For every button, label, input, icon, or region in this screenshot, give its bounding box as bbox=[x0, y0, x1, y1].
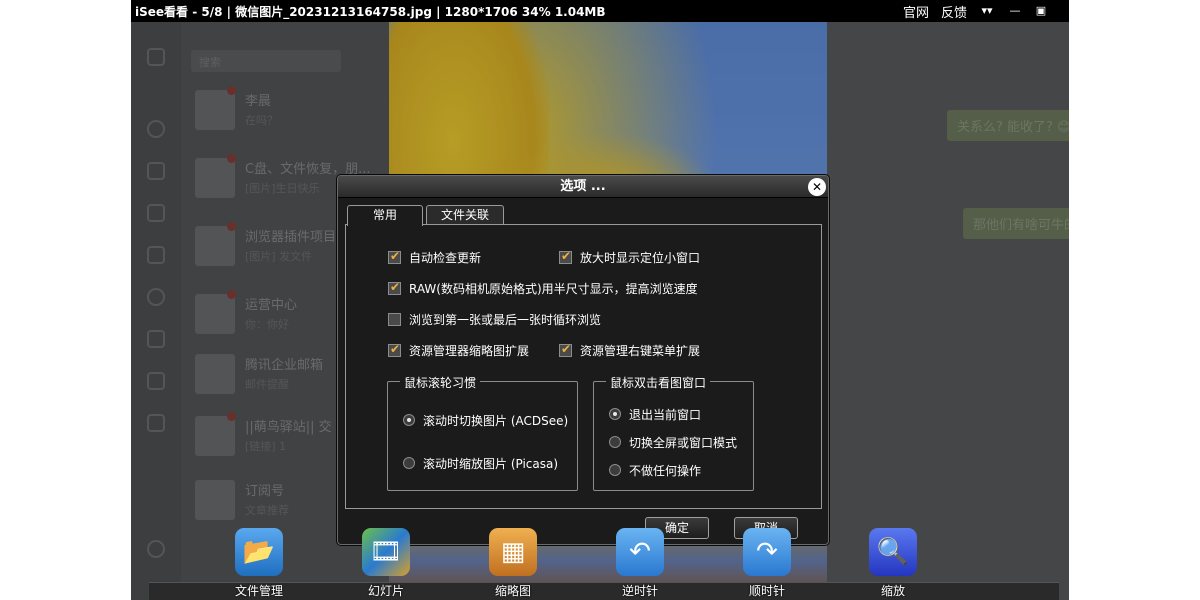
context-menu-checkbox[interactable]: ✔ 资源管理右键菜单扩展 bbox=[559, 342, 701, 360]
toggle-fullscreen-radio[interactable]: 切换全屏或窗口模式 bbox=[609, 436, 737, 450]
window-title: iSee看看 - 5/8 | 微信图片_20231213164758.jpg |… bbox=[135, 5, 606, 19]
checkmark-icon: ✔ bbox=[561, 249, 572, 263]
radio-label: 不做任何操作 bbox=[629, 464, 702, 478]
tool-label: 缩放 bbox=[880, 584, 905, 598]
file-manager-button[interactable]: 📂 文件管理 bbox=[219, 528, 299, 600]
filmstrip-icon: 🎞 bbox=[362, 528, 410, 576]
tab-general[interactable]: 常用 bbox=[347, 205, 423, 226]
radio-label: 滚动时切换图片 (ACDSee) bbox=[423, 414, 569, 428]
feedback-link[interactable]: 反馈 bbox=[941, 6, 967, 21]
explorer-thumbnail-checkbox[interactable]: ✔ 资源管理器缩略图扩展 bbox=[388, 342, 530, 360]
minimize-icon[interactable]: — bbox=[1007, 3, 1023, 19]
tool-label: 文件管理 bbox=[234, 584, 283, 598]
rotate-cw-button[interactable]: ↷ 顺时针 bbox=[727, 528, 807, 600]
rotate-ccw-button[interactable]: ↶ 逆时针 bbox=[600, 528, 680, 600]
checkbox-label: RAW(数码相机原始格式)用半尺寸显示，提高浏览速度 bbox=[409, 282, 698, 296]
exit-window-radio[interactable]: 退出当前窗口 bbox=[609, 408, 701, 422]
radio-label: 切换全屏或窗口模式 bbox=[629, 436, 738, 450]
close-icon[interactable]: ✕ bbox=[808, 178, 826, 196]
expand-icon[interactable]: ▾▾ bbox=[979, 3, 995, 19]
group-legend: 鼠标双击看图窗口 bbox=[606, 374, 711, 391]
checkbox-label: 浏览到第一张或最后一张时循环浏览 bbox=[409, 313, 602, 327]
tool-label: 逆时针 bbox=[621, 584, 658, 598]
radio-label: 滚动时缩放图片 (Picasa) bbox=[423, 457, 559, 471]
group-legend: 鼠标滚轮习惯 bbox=[400, 374, 481, 391]
wheel-habit-group: 鼠标滚轮习惯 滚动时切换图片 (ACDSee) 滚动时缩放图片 (Picasa) bbox=[387, 374, 578, 491]
tool-label: 缩略图 bbox=[494, 584, 531, 598]
checkbox-label: 资源管理器缩略图扩展 bbox=[409, 344, 530, 358]
tool-label: 顺时针 bbox=[748, 584, 785, 598]
radio-dot bbox=[613, 412, 617, 416]
rotate-cw-icon: ↷ bbox=[743, 528, 791, 576]
checkmark-icon: ✔ bbox=[561, 342, 572, 356]
thumbnails-button[interactable]: ▦ 缩略图 bbox=[473, 528, 553, 600]
isee-viewer-window: 搜索 李晨 在吗？ C盘、文件恢复，朋... [图片]生日快乐 浏览器插件项目 … bbox=[131, 0, 1069, 600]
no-action-radio[interactable]: 不做任何操作 bbox=[609, 464, 701, 478]
checkbox-label: 自动检查更新 bbox=[409, 251, 482, 265]
radio-label: 退出当前窗口 bbox=[629, 408, 702, 422]
tab-file-association[interactable]: 文件关联 bbox=[426, 205, 504, 225]
official-site-link[interactable]: 官网 bbox=[903, 6, 929, 21]
auto-update-checkbox[interactable]: ✔ 自动检查更新 bbox=[388, 249, 482, 267]
dialog-title: 选项 ... bbox=[338, 176, 828, 198]
checkmark-icon: ✔ bbox=[390, 280, 401, 294]
title-bar[interactable]: iSee看看 - 5/8 | 微信图片_20231213164758.jpg |… bbox=[131, 0, 1069, 22]
options-dialog: 选项 ... ✕ 常用 文件关联 ✔ 自动检查更新 ✔ 放大时显示定位小窗口 ✔ RA… bbox=[337, 175, 829, 545]
zoom-button[interactable]: 🔍 缩放 bbox=[853, 528, 933, 600]
double-click-group: 鼠标双击看图窗口 退出当前窗口 切换全屏或窗口模式 不做任何操作 bbox=[593, 374, 754, 491]
radio-dot bbox=[407, 418, 411, 422]
checkmark-icon: ✔ bbox=[390, 249, 401, 263]
checkbox-label: 资源管理右键菜单扩展 bbox=[580, 344, 701, 358]
tool-label: 幻灯片 bbox=[367, 584, 404, 598]
show-locator-checkbox[interactable]: ✔ 放大时显示定位小窗口 bbox=[559, 249, 701, 267]
wheel-zoom-radio[interactable]: 滚动时缩放图片 (Picasa) bbox=[403, 457, 558, 471]
maximize-icon[interactable]: ▣ bbox=[1033, 3, 1049, 19]
bottom-toolbar: 📂 文件管理 🎞 幻灯片 ▦ 缩略图 ↶ 逆时针 ↷ 顺时针 🔍 缩放 bbox=[131, 526, 1069, 600]
rotate-ccw-icon: ↶ bbox=[616, 528, 664, 576]
wheel-switch-radio[interactable]: 滚动时切换图片 (ACDSee) bbox=[403, 414, 568, 428]
folder-icon: 📂 bbox=[235, 528, 283, 576]
zoom-icon: 🔍 bbox=[869, 528, 917, 576]
checkmark-icon: ✔ bbox=[390, 342, 401, 356]
slideshow-button[interactable]: 🎞 幻灯片 bbox=[346, 528, 426, 600]
thumbnails-icon: ▦ bbox=[489, 528, 537, 576]
checkbox-label: 放大时显示定位小窗口 bbox=[580, 251, 701, 265]
raw-half-size-checkbox[interactable]: ✔ RAW(数码相机原始格式)用半尺寸显示，提高浏览速度 bbox=[388, 280, 698, 298]
loop-browse-checkbox[interactable]: 浏览到第一张或最后一张时循环浏览 bbox=[388, 313, 601, 329]
title-links: 官网 反馈 bbox=[903, 2, 979, 21]
options-panel: ✔ 自动检查更新 ✔ 放大时显示定位小窗口 ✔ RAW(数码相机原始格式)用半尺寸显示… bbox=[345, 224, 822, 509]
